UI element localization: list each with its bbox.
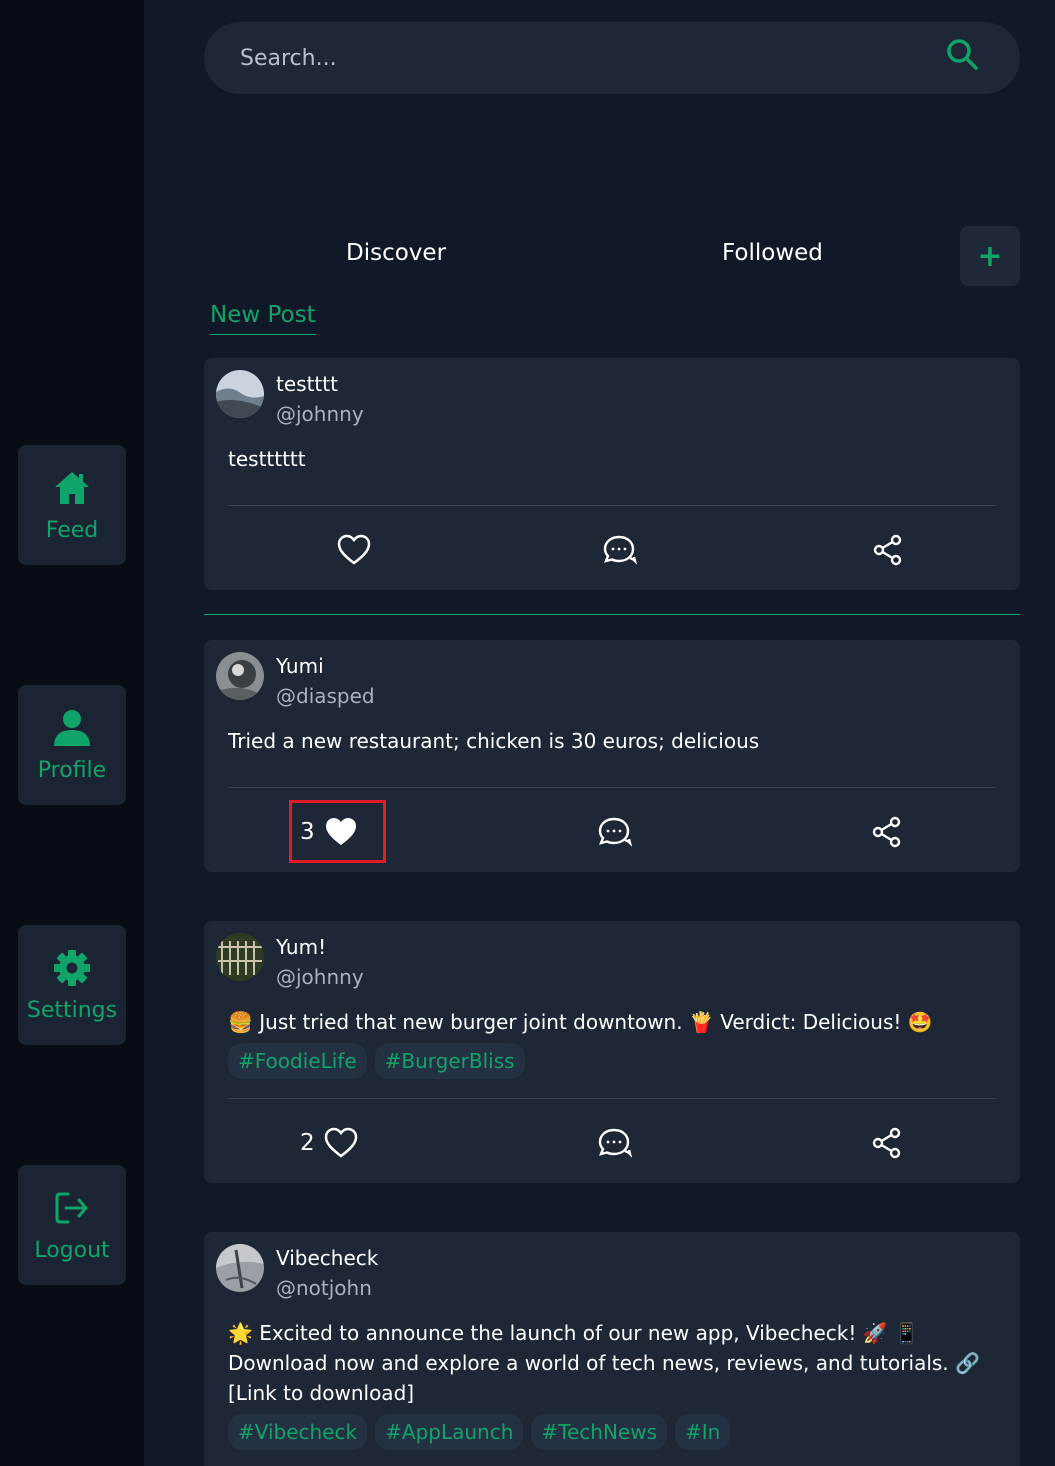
avatar[interactable] [216, 933, 264, 981]
divider [228, 787, 996, 788]
comment-icon [603, 535, 638, 565]
section-divider [204, 614, 1020, 615]
avatar[interactable] [216, 1244, 264, 1292]
post-text: Tried a new restaurant; chicken is 30 eu… [228, 729, 760, 753]
tab-discover[interactable]: Discover [346, 240, 446, 266]
hashtag[interactable]: #FoodieLife [228, 1043, 367, 1079]
share-icon [872, 816, 901, 848]
hashtag[interactable]: #BurgerBliss [374, 1043, 525, 1079]
hashtag[interactable]: #TechNews [531, 1414, 667, 1450]
post-text: 🌟 Excited to announce the launch of our … [228, 1321, 980, 1405]
user-icon [54, 709, 90, 746]
sidebar-item-logout[interactable]: Logout [18, 1165, 126, 1285]
comment-icon [598, 817, 633, 847]
post-author-handle[interactable]: @johnny [276, 402, 364, 426]
add-button[interactable]: + [960, 226, 1020, 286]
hashtag[interactable]: #In [675, 1414, 731, 1450]
like-highlight-box [289, 800, 386, 863]
comment-button[interactable] [597, 814, 633, 850]
hashtag[interactable]: #Vibecheck [228, 1414, 368, 1450]
search-bar [204, 22, 1020, 94]
post-author-handle[interactable]: @diasped [276, 684, 375, 708]
post-author-name[interactable]: testttt [276, 372, 338, 396]
gear-icon [54, 949, 90, 986]
search-icon[interactable] [944, 36, 980, 72]
post-text: 🍔 Just tried that new burger joint downt… [228, 1010, 933, 1034]
home-icon [55, 471, 89, 504]
share-button[interactable] [870, 532, 906, 568]
post-card: Vibecheck @notjohn 🌟 Excited to announce… [204, 1232, 1020, 1466]
post-author-name[interactable]: Yumi [276, 654, 324, 678]
sidebar-item-label: Feed [45, 517, 99, 543]
like-button[interactable] [336, 532, 372, 568]
divider [228, 505, 996, 506]
share-icon [872, 1127, 901, 1159]
share-button[interactable] [869, 814, 905, 850]
avatar[interactable] [216, 370, 264, 418]
sidebar-item-label: Logout [34, 1237, 110, 1263]
like-button[interactable]: 2 [300, 1125, 359, 1161]
new-post-link[interactable]: New Post [210, 302, 316, 335]
post-author-handle[interactable]: @notjohn [276, 1276, 372, 1300]
share-icon [873, 534, 902, 566]
sidebar-item-label: Profile [37, 757, 107, 783]
comment-button[interactable] [602, 532, 638, 568]
logout-icon [55, 1192, 88, 1223]
post-author-handle[interactable]: @johnny [276, 965, 364, 989]
divider [228, 1098, 996, 1099]
post-author-name[interactable]: Yum! [276, 935, 326, 959]
heart-icon [337, 534, 371, 565]
sidebar-item-label: Settings [26, 997, 118, 1023]
share-button[interactable] [869, 1125, 905, 1161]
like-count: 2 [300, 1130, 315, 1156]
comment-icon [598, 1128, 633, 1158]
post-card: Yumi @diasped Tried a new restaurant; ch… [204, 640, 1020, 872]
tab-followed[interactable]: Followed [722, 240, 823, 266]
sidebar-item-settings[interactable]: Settings [18, 925, 126, 1045]
post-text: testttttt [228, 447, 306, 471]
hashtag[interactable]: #AppLaunch [375, 1414, 524, 1450]
tag-list: #FoodieLife #BurgerBliss [228, 1043, 525, 1079]
post-card: Yum! @johnny 🍔 Just tried that new burge… [204, 921, 1020, 1183]
post-author-name[interactable]: Vibecheck [276, 1246, 378, 1270]
tag-list: #Vibecheck #AppLaunch #TechNews #In [228, 1414, 731, 1450]
main-content: Discover Followed + New Post testttt @jo… [144, 0, 1055, 1466]
search-input[interactable] [240, 38, 920, 78]
avatar[interactable] [216, 652, 264, 700]
sidebar: Feed Profile Settings Logout [0, 0, 144, 1466]
sidebar-item-feed[interactable]: Feed [18, 445, 126, 565]
sidebar-item-profile[interactable]: Profile [18, 685, 126, 805]
comment-button[interactable] [597, 1125, 633, 1161]
post-card: testttt @johnny testttttt [204, 358, 1020, 590]
heart-icon [324, 1127, 357, 1158]
